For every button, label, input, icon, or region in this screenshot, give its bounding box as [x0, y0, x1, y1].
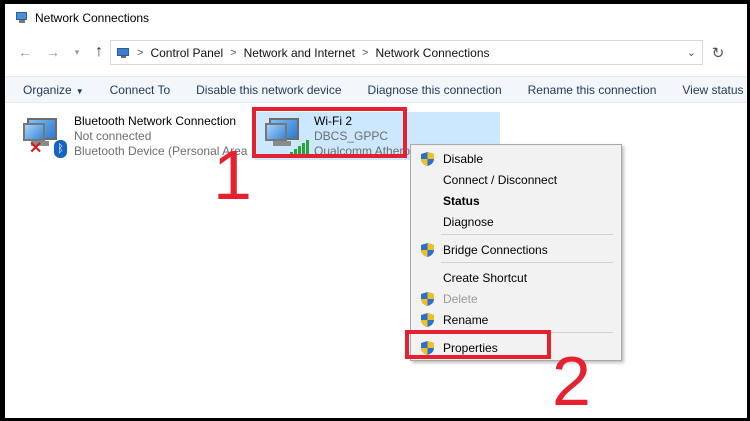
menu-item-diagnose[interactable]: Diagnose: [411, 211, 621, 232]
title-bar: Network Connections: [5, 4, 747, 32]
menu-item-label: Status: [443, 193, 480, 208]
navigation-row: ← → ▾ ↑ > Control Panel > Network and In…: [5, 37, 747, 67]
arrow-right-icon: →: [46, 44, 60, 60]
breadcrumb-network-connections[interactable]: Network Connections: [375, 46, 489, 60]
chevron-down-icon: ▾: [74, 46, 80, 57]
chevron-right-icon: >: [137, 46, 144, 59]
menu-item-disable[interactable]: Disable: [411, 148, 621, 169]
menu-item-label: Disable: [443, 151, 484, 166]
menu-item-delete: Delete: [411, 288, 621, 309]
address-dropdown-icon[interactable]: ⌄: [687, 46, 696, 59]
menu-item-label: Diagnose: [443, 214, 494, 229]
menu-item-bridge-connections[interactable]: Bridge Connections: [411, 239, 621, 260]
control-panel-icon: [117, 47, 131, 59]
network-connections-icon: [15, 12, 29, 24]
context-menu: Disable Connect / Disconnect Status Diag…: [410, 144, 622, 361]
menu-item-label: Bridge Connections: [443, 242, 548, 257]
menu-item-connect-disconnect[interactable]: Connect / Disconnect: [411, 169, 621, 190]
chevron-right-icon: >: [230, 46, 237, 59]
view-status-button[interactable]: View status of this connection: [669, 83, 747, 97]
refresh-button[interactable]: ↻: [705, 40, 731, 65]
menu-separator: [441, 262, 613, 263]
uac-shield-icon: [421, 313, 434, 327]
address-bar[interactable]: > Control Panel > Network and Internet >…: [110, 40, 703, 65]
annotation-highlight-wifi: [252, 107, 407, 158]
menu-item-label: Rename: [443, 312, 489, 327]
annotation-step-1: 1: [213, 136, 252, 214]
recent-locations-button[interactable]: ▾: [66, 41, 88, 63]
up-button[interactable]: ↑: [88, 41, 110, 63]
menu-item-label: Create Shortcut: [443, 270, 528, 285]
arrow-left-icon: ←: [18, 44, 32, 60]
menu-item-label: Connect / Disconnect: [443, 172, 558, 187]
uac-shield-icon: [421, 152, 434, 166]
bluetooth-icon: ᛒ: [54, 140, 67, 158]
uac-shield-icon: [421, 292, 434, 306]
command-bar: Organize ▼ Connect To Disable this networ…: [5, 76, 747, 103]
breadcrumb-network-and-internet[interactable]: Network and Internet: [244, 46, 355, 60]
forward-button[interactable]: →: [42, 41, 64, 63]
menu-item-create-shortcut[interactable]: Create Shortcut: [411, 267, 621, 288]
window-title: Network Connections: [35, 11, 150, 25]
annotation-highlight-properties: [405, 330, 551, 359]
organize-label: Organize: [23, 82, 72, 97]
bluetooth-network-icon: ✕ ᛒ: [21, 114, 69, 160]
chevron-right-icon: >: [362, 46, 369, 59]
arrow-up-icon: ↑: [95, 43, 103, 60]
caret-down-icon: ▼: [75, 86, 84, 96]
annotation-step-2: 2: [552, 342, 591, 420]
menu-item-status[interactable]: Status: [411, 190, 621, 211]
connect-to-button[interactable]: Connect To: [97, 83, 184, 97]
diagnose-connection-button[interactable]: Diagnose this connection: [355, 83, 515, 97]
screenshot-frame: Network Connections ← → ▾ ↑ > Control Pa…: [0, 0, 750, 421]
explorer-window: Network Connections ← → ▾ ↑ > Control Pa…: [5, 4, 747, 418]
disconnected-x-icon: ✕: [29, 140, 43, 157]
refresh-icon: ↻: [711, 44, 725, 62]
rename-connection-button[interactable]: Rename this connection: [515, 83, 670, 97]
uac-shield-icon: [421, 243, 434, 257]
disable-device-button[interactable]: Disable this network device: [183, 83, 354, 97]
breadcrumb-control-panel[interactable]: Control Panel: [150, 46, 223, 60]
menu-item-label: Delete: [443, 291, 478, 306]
organize-button[interactable]: Organize ▼: [5, 83, 97, 97]
back-button[interactable]: ←: [14, 41, 36, 63]
menu-item-rename[interactable]: Rename: [411, 309, 621, 330]
connection-name: Bluetooth Network Connection: [74, 114, 237, 128]
menu-separator: [441, 234, 613, 235]
